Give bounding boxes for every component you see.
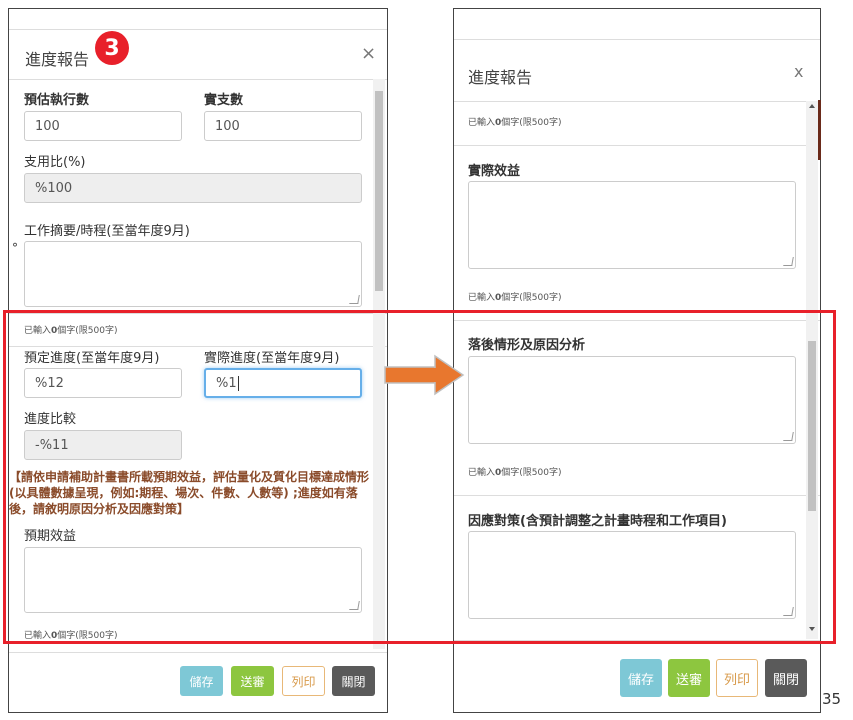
est-exec-input[interactable]: 100 [24,111,182,141]
actual-benefit-label: 實際效益 [468,164,521,179]
ratio-label: 支用比(%) [24,155,86,170]
highlight-box [3,310,836,644]
send-button[interactable]: 送審 [231,666,274,696]
char-counter-a: 已輸入0個字(限500字) [468,293,562,303]
resize-grip[interactable] [783,257,794,266]
page-number: 35 [822,690,842,708]
scroll-up-icon[interactable] [809,104,815,108]
print-button[interactable]: 列印 [716,659,758,697]
section-divider [454,145,820,146]
stray-mark: ° [12,241,18,255]
scrollbar-thumb[interactable] [375,91,383,291]
print-button[interactable]: 列印 [282,666,325,696]
header-bottom-divider [9,79,387,80]
close-button[interactable]: 關閉 [765,659,807,697]
actual-input[interactable]: 100 [204,111,362,141]
send-button[interactable]: 送審 [668,659,710,697]
summary-textarea[interactable] [24,241,362,307]
header-top-divider [454,39,820,40]
close-icon[interactable]: x [794,62,803,81]
actual-benefit-textarea[interactable] [468,181,796,269]
header-bottom-divider [454,101,820,102]
actual-label: 實支數 [204,93,244,108]
dialog-title: 進度報告 [468,68,533,87]
ratio-input: %100 [24,173,362,203]
save-button[interactable]: 儲存 [620,659,662,697]
footer-divider [9,652,387,653]
close-button[interactable]: 關閉 [332,666,375,696]
resize-grip[interactable] [349,295,360,304]
summary-label: 工作摘要/時程(至當年度9月) [24,224,190,239]
est-exec-label: 預估執行數 [24,93,90,108]
char-counter-top: 已輸入0個字(限500字) [468,118,562,128]
step-badge: 3 [95,31,129,65]
close-icon[interactable]: × [361,43,376,64]
header-top-divider [9,29,387,30]
dialog-title: 進度報告 [25,50,90,69]
save-button[interactable]: 儲存 [180,666,223,696]
panel-edge [818,100,821,160]
